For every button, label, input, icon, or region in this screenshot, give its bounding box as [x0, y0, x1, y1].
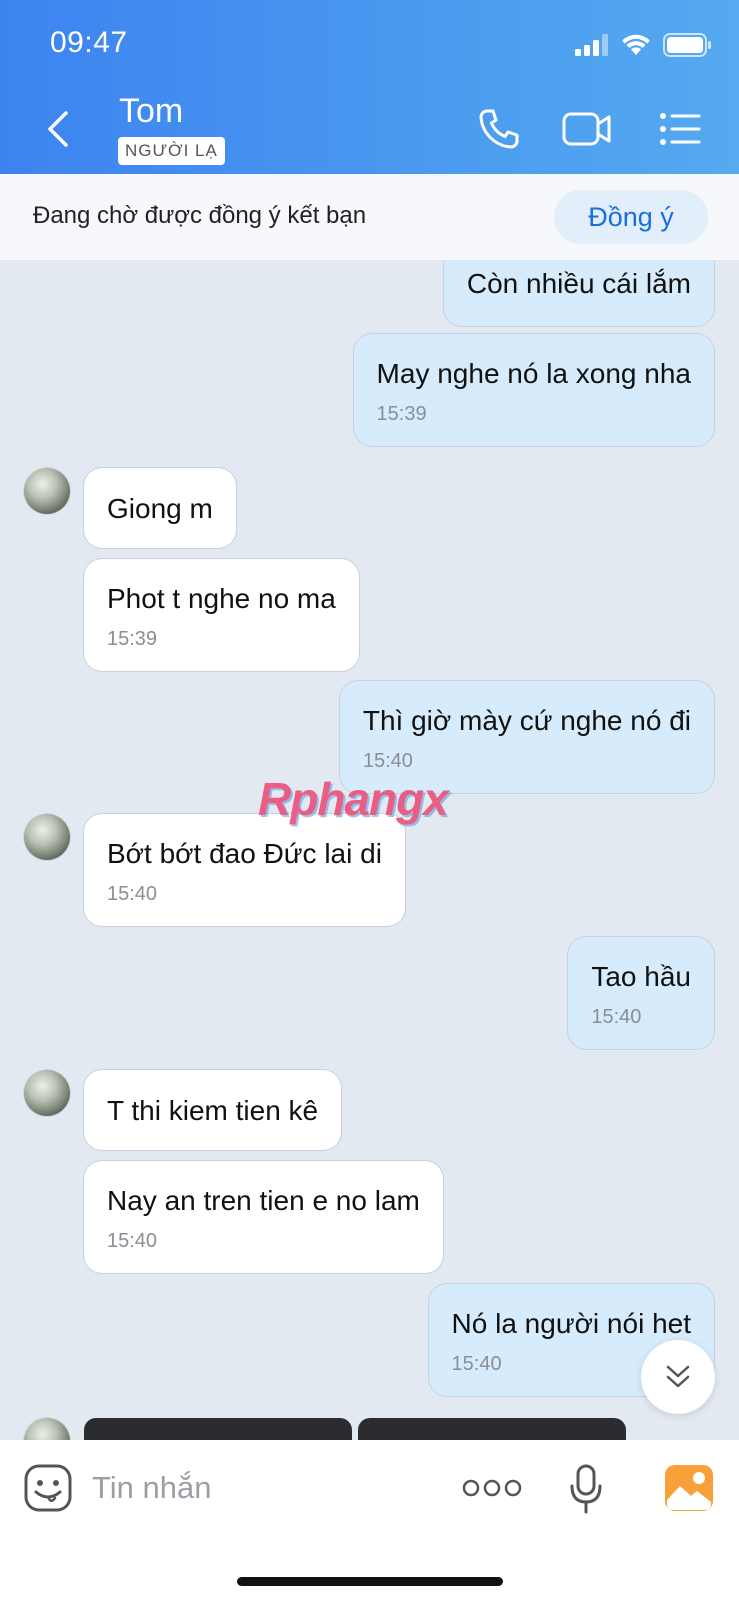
chat-header: 09:47 Tom NGƯỜI LẠ — [0, 0, 739, 174]
message-bubble-incoming[interactable]: Nay an tren tien e no lam 15:40 — [84, 1161, 443, 1273]
message-time: 15:40 — [107, 883, 158, 905]
status-icons — [575, 32, 711, 58]
message-bubble-incoming[interactable]: Giong m — [84, 468, 236, 548]
message-time: 15:39 — [376, 403, 427, 425]
message-time: 15:40 — [107, 1230, 158, 1252]
emoji-face-icon — [24, 1464, 72, 1512]
voice-message-button[interactable] — [570, 1464, 602, 1514]
message-bubble-incoming[interactable]: Phot t nghe no ma 15:39 — [84, 559, 359, 671]
video-call-button[interactable] — [562, 104, 612, 154]
message-composer — [0, 1440, 739, 1600]
message-text: Bớt bớt đao Đức lai di — [107, 838, 382, 869]
accept-friend-button[interactable]: Đồng ý — [554, 190, 708, 244]
chevron-left-icon — [48, 111, 68, 147]
battery-icon — [663, 33, 711, 57]
message-text: Tao hầu — [591, 961, 691, 992]
avatar[interactable] — [24, 1418, 70, 1440]
avatar[interactable] — [24, 1070, 70, 1116]
video-camera-icon — [562, 112, 611, 146]
back-button[interactable] — [36, 106, 80, 152]
friend-request-status: Đang chờ được đồng ý kết bạn — [33, 202, 367, 229]
friend-request-bar: Đang chờ được đồng ý kết bạn Đồng ý — [0, 174, 739, 260]
message-text: Thì giờ mày cứ nghe nó đi — [362, 705, 691, 736]
message-text: T thi kiem tien kê — [107, 1095, 319, 1126]
double-chevron-down-icon — [666, 1365, 690, 1388]
status-time: 09:47 — [50, 26, 128, 59]
message-list[interactable]: Còn nhiều cái lắm May nghe nó la xong nh… — [0, 260, 739, 1440]
message-time: 15:39 — [107, 628, 158, 650]
home-indicator — [237, 1577, 503, 1586]
stranger-badge: NGƯỜI LẠ — [118, 137, 225, 165]
list-menu-icon — [660, 113, 701, 145]
chat-options-button[interactable] — [655, 104, 705, 154]
image-message-thumbnail[interactable] — [84, 1418, 352, 1440]
message-input[interactable] — [92, 1462, 432, 1514]
message-time: 15:40 — [591, 1006, 642, 1028]
message-text: Giong m — [107, 493, 213, 524]
message-bubble-outgoing[interactable]: Còn nhiều cái lắm — [443, 260, 714, 326]
microphone-icon — [570, 1464, 602, 1514]
message-text: May nghe nó la xong nha — [376, 358, 691, 389]
photo-gallery-button[interactable] — [664, 1464, 714, 1512]
avatar[interactable] — [24, 468, 70, 514]
message-bubble-outgoing[interactable]: May nghe nó la xong nha 15:39 — [353, 334, 714, 446]
message-text: Còn nhiều cái lắm — [466, 268, 691, 299]
image-message-thumbnail[interactable] — [358, 1418, 626, 1440]
message-text: Nay an tren tien e no lam — [107, 1185, 420, 1216]
scroll-to-bottom-button[interactable] — [641, 1340, 715, 1414]
signal-icon — [575, 34, 608, 56]
sticker-button[interactable] — [24, 1464, 72, 1512]
avatar[interactable] — [24, 814, 70, 860]
message-bubble-incoming[interactable]: Bớt bớt đao Đức lai di 15:40 — [84, 814, 405, 926]
phone-icon — [479, 109, 519, 149]
message-time: 15:40 — [362, 750, 413, 772]
wifi-icon — [622, 34, 650, 55]
message-bubble-incoming[interactable]: T thi kiem tien kê — [84, 1070, 342, 1150]
more-options-button[interactable] — [462, 1474, 522, 1502]
contact-name[interactable]: Tom — [119, 92, 183, 131]
message-text: Nó la người nói het — [451, 1308, 691, 1339]
voice-call-button[interactable] — [474, 104, 524, 154]
image-icon — [665, 1465, 713, 1511]
message-bubble-outgoing[interactable]: Tao hầu 15:40 — [568, 937, 714, 1049]
message-text: Phot t nghe no ma — [107, 583, 336, 614]
watermark: Rphangx — [258, 773, 449, 825]
more-dots-icon — [462, 1479, 522, 1497]
